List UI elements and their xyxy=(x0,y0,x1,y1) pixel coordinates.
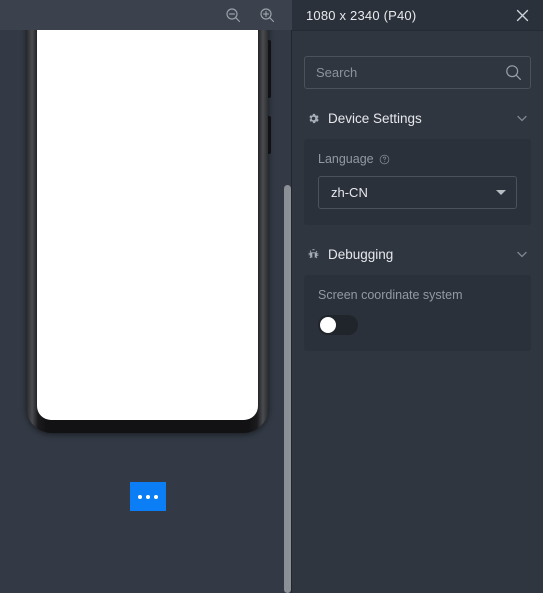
device-power-button[interactable] xyxy=(268,116,271,154)
section-header-debugging[interactable]: Debugging xyxy=(292,241,543,267)
settings-body: Device Settings Language xyxy=(292,31,543,593)
device-volume-button[interactable] xyxy=(268,40,271,98)
settings-header: 1080 x 2340 (P40) xyxy=(292,0,543,31)
toggle-knob xyxy=(320,317,336,333)
close-icon[interactable] xyxy=(513,6,531,24)
ellipsis-icon-dot xyxy=(146,494,150,499)
device-frame xyxy=(26,0,271,433)
section-header-device-settings[interactable]: Device Settings xyxy=(292,105,543,131)
ellipsis-icon-dot xyxy=(154,494,158,499)
zoom-out-icon[interactable] xyxy=(224,6,242,24)
language-select[interactable]: zh-CN xyxy=(318,176,517,209)
chevron-down-icon[interactable] xyxy=(515,111,529,125)
screen-coordinate-system-toggle[interactable] xyxy=(318,315,358,335)
language-label-text: Language xyxy=(318,152,374,166)
caret-down-icon[interactable] xyxy=(496,190,506,195)
app-root: 1080 x 2340 (P40) Search Device Settings… xyxy=(0,0,543,593)
gear-icon xyxy=(306,111,320,125)
section-title: Debugging xyxy=(328,246,394,262)
search-input[interactable] xyxy=(316,65,505,80)
device-preview-pane xyxy=(0,0,292,593)
device-toolbar xyxy=(0,0,292,30)
section-title: Device Settings xyxy=(328,110,422,126)
device-settings-card: Language zh-CN xyxy=(304,139,531,225)
section-device-settings: Device Settings Language zh-CN xyxy=(292,105,543,225)
more-options-button[interactable] xyxy=(130,482,166,511)
device-screen[interactable] xyxy=(37,0,258,420)
search-box[interactable] xyxy=(304,56,531,89)
zoom-in-icon[interactable] xyxy=(258,6,276,24)
help-circle-icon[interactable] xyxy=(379,154,390,165)
settings-pane: 1080 x 2340 (P40) Search Device Settings… xyxy=(292,0,543,593)
settings-title: 1080 x 2340 (P40) xyxy=(306,7,417,23)
language-select-value: zh-CN xyxy=(331,185,368,200)
screen-coordinate-system-label: Screen coordinate system xyxy=(318,288,463,302)
section-debugging: Debugging Screen coordinate system xyxy=(292,241,543,351)
language-field-label: Language xyxy=(318,152,517,166)
device-pane-scrollbar-thumb[interactable] xyxy=(284,185,291,593)
chevron-down-icon[interactable] xyxy=(515,247,529,261)
ellipsis-icon-dot xyxy=(138,494,142,499)
bug-icon xyxy=(306,247,320,261)
debugging-card: Screen coordinate system xyxy=(304,275,531,351)
search-icon[interactable] xyxy=(505,64,522,81)
